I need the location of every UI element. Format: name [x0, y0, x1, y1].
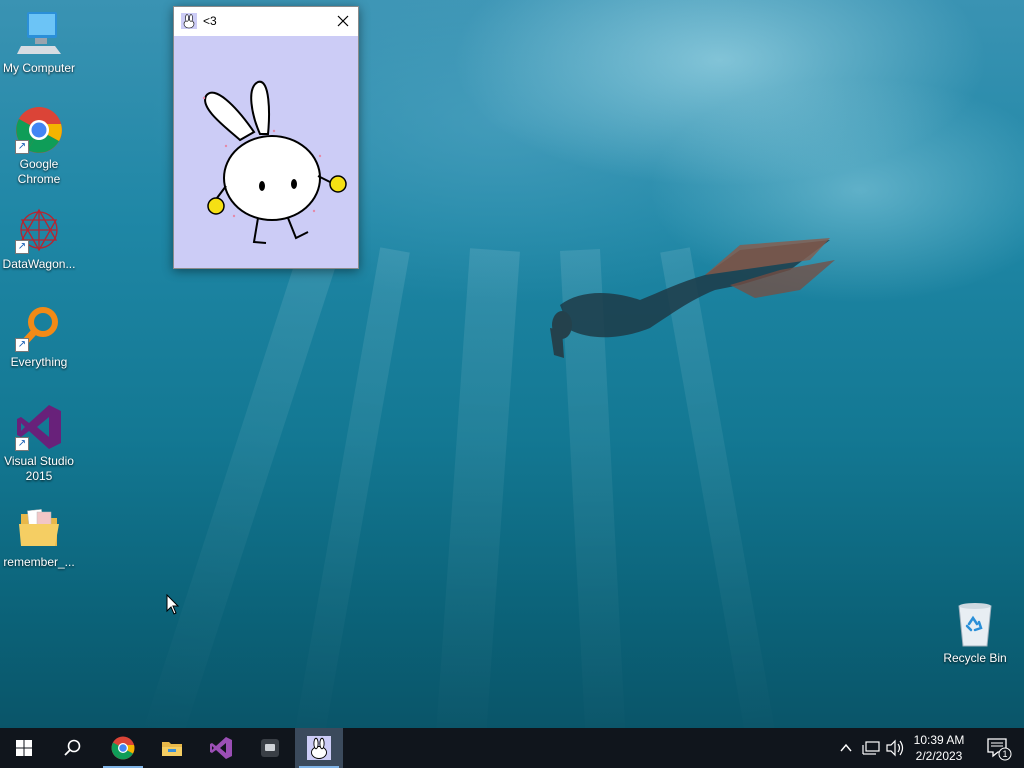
desktop-icon-visual-studio[interactable]: ↗ Visual Studio 2015 [0, 403, 78, 484]
window-title: <3 [203, 14, 217, 28]
desktop-icon-label: Visual Studio 2015 [4, 454, 74, 483]
taskbar-app-chrome[interactable] [99, 728, 147, 768]
start-button[interactable] [0, 728, 48, 768]
shortcut-arrow-icon: ↗ [15, 140, 29, 154]
shortcut-arrow-icon: ↗ [15, 338, 29, 352]
computer-icon [17, 12, 61, 54]
taskbar-clock[interactable]: 10:39 AM 2/2/2023 [906, 732, 972, 764]
clock-date: 2/2/2023 [915, 749, 963, 763]
clock-time: 10:39 AM [913, 733, 965, 747]
light-ray [433, 248, 520, 728]
windows-start-icon [16, 740, 32, 756]
taskbar-app-bunny[interactable] [295, 728, 343, 768]
desktop-background: My Computer ↗ Google Chrome ↗ DataWagon.… [0, 0, 1024, 728]
window-close-button[interactable] [328, 7, 358, 36]
taskbar-app-visual-studio[interactable] [197, 728, 245, 768]
desktop-icon-google-chrome[interactable]: ↗ Google Chrome [0, 106, 78, 187]
file-explorer-icon [162, 742, 182, 756]
desktop-icon-label: Google Chrome [17, 157, 61, 186]
tray-overflow-button[interactable] [836, 728, 856, 768]
desktop-icon-datawagon[interactable]: ↗ DataWagon... [0, 206, 78, 272]
taskbar-app-window[interactable] [246, 728, 294, 768]
search-icon [64, 739, 81, 756]
bunny-window[interactable]: <3 [173, 6, 359, 269]
tray-network-button[interactable] [860, 728, 882, 768]
close-icon [337, 15, 349, 27]
window-titlebar[interactable]: <3 [174, 7, 358, 36]
desktop-icon-label: Recycle Bin [943, 651, 1007, 665]
network-icon [862, 741, 880, 755]
visual-studio-icon [210, 737, 232, 759]
tray-volume-button[interactable] [884, 728, 906, 768]
taskbar: 10:39 AM 2/2/2023 1 [0, 728, 1024, 768]
diver-image [550, 238, 835, 358]
search-button[interactable] [48, 728, 96, 768]
desktop-icon-label: DataWagon... [2, 257, 76, 271]
app-window-icon [261, 739, 279, 757]
shortcut-arrow-icon: ↗ [15, 240, 29, 254]
desktop-icon-label: Everything [10, 355, 68, 369]
notification-count-badge: 1 [1002, 749, 1008, 759]
chevron-up-icon [840, 743, 852, 752]
desktop-icon-remember-folder[interactable]: remember_... [0, 504, 78, 570]
recycle-bin-icon [958, 603, 992, 647]
desktop-icon-everything[interactable]: ↗ Everything [0, 304, 78, 370]
bunny-icon [307, 736, 331, 760]
desktop-icon-label: remember_... [3, 555, 75, 569]
shortcut-arrow-icon: ↗ [15, 437, 29, 451]
folder-icon [19, 509, 59, 546]
bunny-icon [181, 13, 197, 29]
volume-icon [886, 739, 904, 757]
desktop-icon-label: My Computer [2, 61, 76, 75]
bunny-drawing [202, 80, 347, 244]
desktop-icon-my-computer[interactable]: My Computer [0, 10, 78, 76]
bunny-canvas [174, 36, 358, 268]
chrome-icon [111, 736, 135, 760]
taskbar-app-file-explorer[interactable] [148, 728, 196, 768]
notification-center-button[interactable]: 1 [980, 728, 1020, 768]
desktop-icon-recycle-bin[interactable]: Recycle Bin [936, 600, 1014, 666]
mouse-cursor-icon [166, 594, 180, 615]
